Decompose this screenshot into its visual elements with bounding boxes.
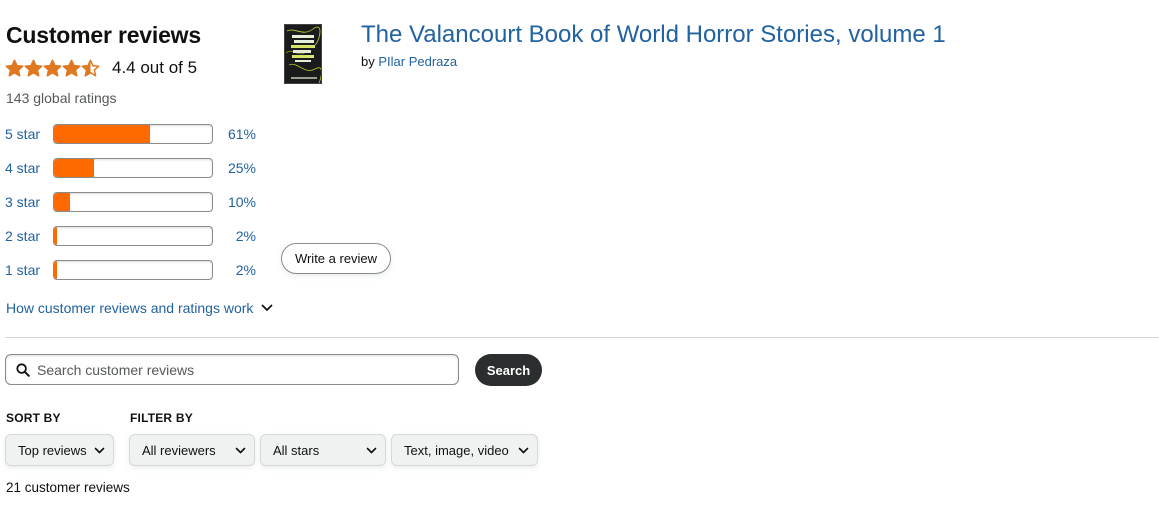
histogram-row-2-star[interactable]: 2 star 2% (5, 226, 256, 246)
section-divider (5, 337, 1159, 338)
histogram-bar[interactable] (53, 124, 213, 144)
histogram-label[interactable]: 3 star (5, 194, 53, 210)
histogram-bar[interactable] (53, 226, 213, 246)
histogram-percent[interactable]: 25% (213, 160, 256, 176)
histogram-percent[interactable]: 2% (213, 228, 256, 244)
star-filter-selected: All stars (273, 442, 320, 458)
histogram-fill (54, 261, 58, 279)
review-count: 21 customer reviews (6, 480, 130, 495)
rating-text: 4.4 out of 5 (112, 58, 198, 77)
histogram-label[interactable]: 5 star (5, 126, 53, 142)
reviewer-filter-dropdown[interactable]: All reviewers (129, 434, 255, 466)
star-full-icon (5, 59, 24, 76)
author-link[interactable]: PIlar Pedraza (378, 54, 457, 69)
chevron-down-icon[interactable] (261, 302, 273, 314)
search-icon (16, 362, 30, 377)
star-half-icon (81, 59, 100, 76)
histogram-fill (54, 125, 151, 143)
write-review-button[interactable]: Write a review (281, 243, 391, 274)
histogram-row-1-star[interactable]: 1 star 2% (5, 260, 256, 280)
chevron-down-icon (518, 447, 529, 453)
filter-by-label: FILTER BY (130, 411, 193, 425)
product-byline: by PIlar Pedraza (361, 54, 457, 69)
histogram-row-3-star[interactable]: 3 star 10% (5, 192, 256, 212)
global-ratings-count: 143 global ratings (6, 90, 117, 106)
histogram-fill (54, 159, 94, 177)
histogram-percent[interactable]: 2% (213, 262, 256, 278)
search-button[interactable]: Search (475, 354, 542, 386)
how-reviews-work-link[interactable]: How customer reviews and ratings work (6, 300, 273, 316)
histogram-percent[interactable]: 10% (213, 194, 256, 210)
review-search-box[interactable] (5, 354, 459, 385)
customer-reviews-heading: Customer reviews (6, 22, 201, 48)
star-full-icon (43, 59, 62, 76)
histogram-label[interactable]: 4 star (5, 160, 53, 176)
how-reviews-work-label[interactable]: How customer reviews and ratings work (6, 300, 253, 316)
star-rating (5, 59, 100, 78)
sort-selected: Top reviews (18, 442, 87, 458)
histogram-bar[interactable] (53, 192, 213, 212)
sort-dropdown[interactable]: Top reviews (5, 434, 114, 466)
sort-by-label: SORT BY (6, 411, 61, 425)
book-cover-image[interactable] (284, 24, 322, 84)
chevron-down-icon (235, 447, 246, 453)
histogram-row-4-star[interactable]: 4 star 25% (5, 158, 256, 178)
chevron-down-icon (366, 447, 377, 453)
histogram-label[interactable]: 2 star (5, 228, 53, 244)
reviewer-filter-selected: All reviewers (142, 442, 216, 458)
average-rating[interactable]: 4.4 out of 5 (5, 56, 197, 80)
histogram-bar[interactable] (53, 158, 213, 178)
media-filter-selected: Text, image, video (404, 442, 509, 458)
histogram-percent[interactable]: 61% (213, 126, 256, 142)
chevron-down-icon (94, 447, 105, 453)
media-filter-dropdown[interactable]: Text, image, video (391, 434, 538, 466)
search-input[interactable] (37, 361, 437, 378)
histogram-fill (54, 227, 58, 245)
star-filter-dropdown[interactable]: All stars (260, 434, 386, 466)
product-title-link[interactable]: The Valancourt Book of World Horror Stor… (361, 21, 946, 49)
histogram-fill (54, 193, 70, 211)
by-prefix: by (361, 54, 375, 69)
star-full-icon (62, 59, 81, 76)
histogram-bar[interactable] (53, 260, 213, 280)
star-full-icon (24, 59, 43, 76)
histogram-row-5-star[interactable]: 5 star 61% (5, 124, 256, 144)
histogram-label[interactable]: 1 star (5, 262, 53, 278)
